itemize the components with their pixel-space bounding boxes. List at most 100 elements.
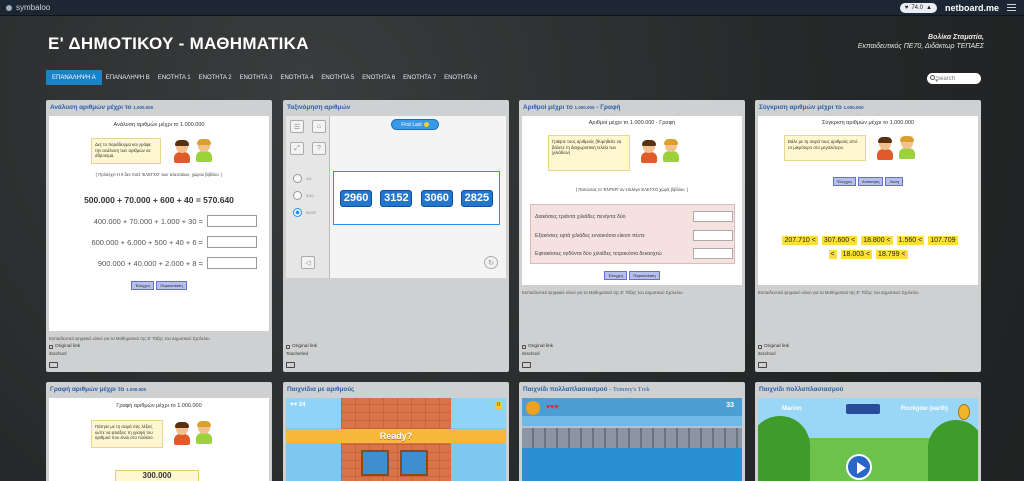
card-paixnidi-pollaplasiasmou[interactable]: Παιχνίδι πολλαπλασιασμού Marion Rockgow … [755,382,981,481]
stats-pill[interactable]: ♥ 74.0 ▲ [899,2,937,13]
tab-enotita-6[interactable]: ΕΝΟΤΗΤΑ 6 [358,70,399,85]
answer-input[interactable] [693,211,733,222]
pause-icon[interactable]: II [495,402,502,409]
card-paixnidi-tommy[interactable]: Παιχνίδι πολλαπλασιασμού - Tommy's Trek … [519,382,745,481]
card-preview[interactable]: Ανάλυση αριθμών μέχρι το 1.000.000 Δες τ… [49,116,269,331]
play-button[interactable] [846,454,872,480]
instruction-bubble: Δες το παράδειγμα και γράψε την ανάλυση … [91,138,161,164]
tab-enotita-4[interactable]: ΕΝΟΤΗΤΑ 4 [276,70,317,85]
number-chip[interactable]: 18.800 < [861,236,893,245]
card-grafi-arithmon[interactable]: Γραφή αριθμών μέχρι το 1.000.000 Γραφή α… [46,382,272,481]
expand-icon[interactable] [522,362,531,368]
game-preview[interactable]: ♥♥♥ 33 [522,398,742,481]
check-button[interactable]: Έλεγχος [131,281,155,290]
expand-icon[interactable] [758,362,767,368]
card-description: Εκπαιδευτικό ψηφιακό υλικό για τα Μαθημα… [522,290,684,295]
radio-option[interactable] [293,191,302,200]
word-row: Διακόσιες τριάντα χιλιάδες πενήντα δύο [535,211,733,222]
back-icon[interactable]: ◁ [301,256,315,269]
number-tile[interactable]: 2960 [340,189,373,207]
card-paixnidia-arithmous[interactable]: Παιχνίδια με αριθμούς Ready? ♥♥ 24 II [283,382,509,481]
tab-epanalipsi-a[interactable]: ΕΠΑΝΑΛΗΨΗ Α [46,70,102,85]
card-title[interactable]: Σύγκριση αριθμών μέχρι το 1.000.000 [755,100,981,113]
radio-option[interactable] [293,174,302,183]
shield-icon [958,404,970,420]
brand-logo[interactable]: netboard.me [945,3,999,13]
game-preview[interactable]: Ready? ♥♥ 24 II [286,398,506,481]
tab-enotita-1[interactable]: ΕΝΟΤΗΤΑ 1 [154,70,195,85]
card-title[interactable]: Παιχνίδια με αριθμούς [283,382,509,395]
tab-epanalipsi-b[interactable]: ΕΠΑΝΑΛΗΨΗ Β [102,70,154,85]
tab-enotita-5[interactable]: ΕΝΟΤΗΤΑ 5 [317,70,358,85]
expand-icon[interactable] [286,362,295,368]
number-chip[interactable]: 207.710 < [782,236,818,245]
card-taxinomisi-arithmon[interactable]: Ταξινόμηση αριθμών ☰ ⌂ ⤢ ? 1/2 3/10 50/2… [283,100,509,372]
original-link[interactable]: Original link [49,344,80,349]
app-name: symbaloo [16,3,51,12]
menu-icon[interactable] [1007,4,1016,11]
number-chip[interactable]: 18.799 < [876,250,908,259]
number-tile[interactable]: 3060 [420,189,453,207]
card-source: Teacherled [286,351,309,356]
card-preview[interactable]: Γραφή αριθμών μέχρι το 1.000.000 Πάτησε … [49,398,269,481]
tab-enotita-3[interactable]: ΕΝΟΤΗΤΑ 3 [236,70,277,85]
first-last-toggle[interactable]: First Last [391,119,439,130]
score-badge [846,404,880,414]
answer-input[interactable] [207,215,257,227]
kid-illustration [195,139,213,162]
list-icon[interactable]: ☰ [290,120,304,133]
answer-input[interactable] [693,248,733,259]
answer-input[interactable] [207,257,257,269]
author-name: Βολίκα Σταματία, [928,34,984,41]
number-tile[interactable]: 3152 [380,189,413,207]
original-link[interactable]: Original link [758,344,789,349]
number-tile[interactable]: 2825 [460,189,493,207]
tab-enotita-8[interactable]: ΕΝΟΤΗΤΑ 8 [440,70,481,85]
card-preview[interactable]: Σύγκριση αριθμών μέχρι το 1.000.000 Βάλε… [758,116,978,285]
solution-button[interactable]: Παρουσίαση [629,271,660,280]
original-link[interactable]: Original link [286,344,317,349]
fullscreen-icon[interactable]: ⤢ [290,142,304,155]
card-preview[interactable]: ☰ ⌂ ⤢ ? 1/2 3/10 50/20 ◁ First Last 2960… [286,116,506,278]
card-analysi-arithmon[interactable]: Ανάλυση αριθμών μέχρι το 1.000.000 Ανάλυ… [46,100,272,372]
card-title[interactable]: Γραφή αριθμών μέχρι το 1.000.000 [46,382,272,395]
card-title[interactable]: Ταξινόμηση αριθμών [283,100,509,113]
tab-enotita-7[interactable]: ΕΝΟΤΗΤΑ 7 [399,70,440,85]
reset-button[interactable]: Ανάκτηση [858,177,884,186]
card-title[interactable]: Αριθμοί μέχρι το 1.000.000 - Γραφή [519,100,745,113]
radio-option-selected[interactable] [293,208,302,217]
tab-enotita-2[interactable]: ΕΝΟΤΗΤΑ 2 [195,70,236,85]
card-preview[interactable]: Αριθμοί μέχρι το 1.000.000 - Γραφή Γράψτ… [522,116,742,285]
solution-button[interactable]: Παρουσίαση [156,281,187,290]
compare-row: 207.710 < 307.600 < 18.800 < 1.560 < 107… [758,236,978,245]
help-icon[interactable]: ? [312,142,326,155]
expand-icon[interactable] [49,362,58,368]
answer-input[interactable] [693,230,733,241]
number-chip[interactable]: 107.709 [928,236,958,245]
check-button[interactable]: Έλεγχος [832,177,857,186]
card-title[interactable]: Παιχνίδι πολλαπλασιασμού [755,382,981,395]
card-arithmoi-grafi[interactable]: Αριθμοί μέχρι το 1.000.000 - Γραφή Αριθμ… [519,100,745,372]
card-sygkrisi-arithmon[interactable]: Σύγκριση αριθμών μέχρι το 1.000.000 Σύγκ… [755,100,981,372]
card-description: Εκπαιδευτικό ψηφιακό υλικό για τα Μαθημα… [49,336,211,341]
home-icon[interactable]: ⌂ [312,120,326,133]
instruction-bubble: Βάλε με τη σειρά τους αριθμούς από το μι… [784,135,866,161]
number-sort-area[interactable]: 2960 3152 3060 2825 [333,171,500,225]
original-link[interactable]: Original link [522,344,553,349]
game-preview[interactable]: Marion Rockgow (earth) [758,398,978,481]
solution-button[interactable]: Λύση [885,177,904,186]
check-button[interactable]: Έλεγχος [604,271,628,280]
card-title[interactable]: Ανάλυση αριθμών μέχρι το 1.000.000 [46,100,272,113]
number-chip[interactable]: 18.003 < [840,250,873,259]
card-title[interactable]: Παιχνίδι πολλαπλασιασμού - Tommy's Trek [519,382,745,395]
example-equation: 500.000 + 70.000 + 600 + 40 = 570.640 [84,195,234,205]
number-chip[interactable]: < [828,250,837,259]
answer-input[interactable] [207,236,257,248]
thumb-icon: ▲ [926,4,932,11]
number-chip[interactable]: 307.600 < [821,236,858,245]
water [522,448,742,481]
refresh-icon[interactable]: ↻ [484,256,498,269]
kid-illustration [876,137,894,160]
number-chip[interactable]: 1.560 < [896,236,925,245]
author-role: Εκπαιδευτικός ΠΕ70, Διδάκτωρ ΤΕΠΑΕΣ [857,43,984,50]
